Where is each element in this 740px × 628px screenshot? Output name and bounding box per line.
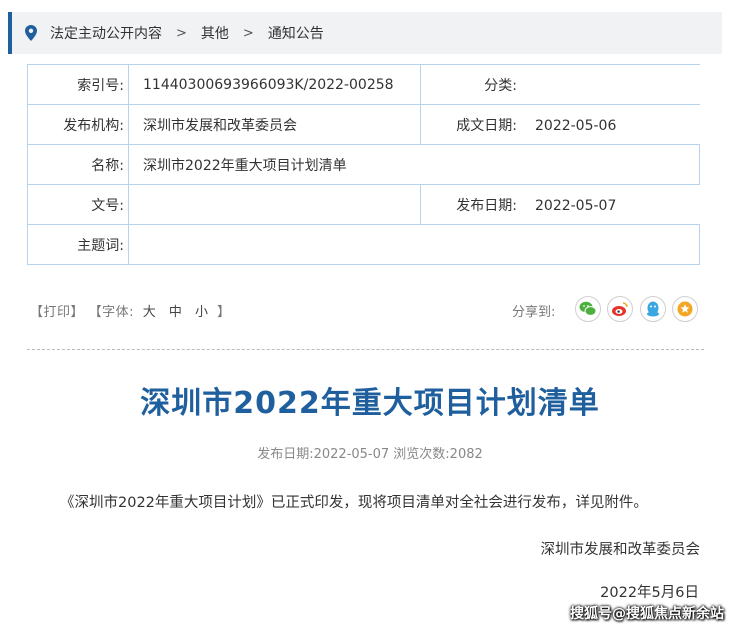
category-cell: 分类:	[420, 64, 700, 105]
table-row: 主题词:	[27, 224, 700, 265]
name-label: 名称:	[27, 144, 129, 185]
font-size-prefix: 【字体:	[88, 305, 135, 320]
table-row: 名称: 深圳市2022年重大项目计划清单	[27, 144, 700, 185]
font-large-button[interactable]: 大	[143, 305, 157, 320]
pub-date-label: 发布日期:	[456, 197, 517, 214]
print-font-tools: 【打印】 【字体: 大 中 小 】	[30, 301, 231, 320]
font-size-suffix: 】	[217, 305, 231, 320]
breadcrumb-item-public-content[interactable]: 法定主动公开内容	[50, 23, 162, 43]
wechat-icon[interactable]	[575, 296, 601, 322]
font-medium-button[interactable]: 中	[169, 305, 183, 320]
pub-date-value: 2022-05-07	[535, 197, 617, 214]
written-date-value: 2022-05-06	[535, 117, 617, 134]
qq-icon[interactable]	[640, 296, 666, 322]
org-label: 发布机构:	[27, 104, 129, 145]
weibo-icon[interactable]	[607, 296, 633, 322]
article-title: 深圳市2022年重大项目计划清单	[140, 386, 600, 421]
name-value: 深圳市2022年重大项目计划清单	[128, 144, 700, 185]
document-meta-table: 索引号: 11440300693966093K/2022-00258 分类: 发…	[27, 64, 700, 265]
table-row: 发布机构: 深圳市发展和改革委员会 成文日期: 2022-05-06	[27, 104, 700, 145]
chevron-right-icon: >	[176, 25, 187, 41]
favorite-icon[interactable]	[672, 296, 698, 322]
written-date-label: 成文日期:	[456, 117, 517, 134]
doc-no-value	[128, 184, 421, 225]
org-value: 深圳市发展和改革委员会	[128, 104, 421, 145]
font-small-button[interactable]: 小	[195, 305, 209, 320]
subject-label: 主题词:	[27, 224, 129, 265]
doc-no-label: 文号:	[27, 184, 129, 225]
print-button[interactable]: 【打印】	[30, 305, 84, 320]
table-row: 索引号: 11440300693966093K/2022-00258 分类:	[27, 64, 700, 105]
article-tools: 【打印】 【字体: 大 中 小 】 分享到:	[30, 296, 700, 322]
article-pub-info: 发布日期:2022-05-07 浏览次数:2082	[257, 447, 483, 462]
article-body: 《深圳市2022年重大项目计划》已正式印发，现将项目清单对全社会进行发布，详见附…	[60, 495, 648, 511]
pub-date-cell: 发布日期: 2022-05-07	[420, 184, 700, 225]
category-label: 分类:	[484, 77, 517, 94]
chevron-right-icon: >	[242, 25, 254, 41]
written-date-cell: 成文日期: 2022-05-06	[420, 104, 700, 145]
category-value	[517, 78, 535, 94]
index-value: 11440300693966093K/2022-00258	[128, 64, 421, 105]
article-signer: 深圳市发展和改革委员会	[540, 542, 701, 558]
location-pin-icon	[24, 25, 38, 41]
watermark: 搜狐号@搜狐焦点新余站	[570, 606, 724, 622]
breadcrumb-item-notices[interactable]: 通知公告	[268, 23, 324, 43]
article-sign-date: 2022年5月6日	[600, 585, 699, 601]
divider	[27, 349, 704, 350]
table-row: 文号: 发布日期: 2022-05-07	[27, 184, 700, 225]
index-label: 索引号:	[27, 64, 129, 105]
subject-value	[128, 224, 700, 265]
share-label: 分享到:	[512, 305, 556, 320]
breadcrumb-item-other[interactable]: 其他	[201, 23, 229, 43]
breadcrumb: 法定主动公开内容 > 其他 > 通知公告	[8, 12, 722, 54]
